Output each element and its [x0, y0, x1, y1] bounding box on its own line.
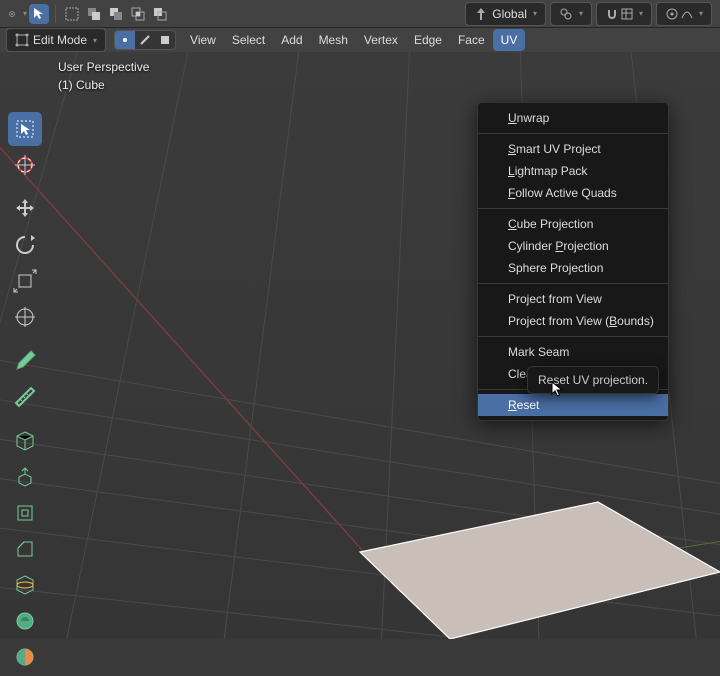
info-perspective: User Perspective	[58, 58, 149, 76]
3d-viewport[interactable]: User Perspective (1) Cube Unwrap Smart UV…	[0, 52, 720, 639]
uv-project-from-view-bounds-[interactable]: Project from View (Bounds)	[478, 310, 668, 332]
proportional-edit-dropdown[interactable]: ▾	[656, 2, 712, 26]
tool-cursor-3d[interactable]	[8, 148, 42, 182]
uv-mark-seam[interactable]: Mark Seam	[478, 341, 668, 363]
menu-select[interactable]: Select	[224, 29, 273, 51]
tool-scale[interactable]	[8, 264, 42, 298]
face-select-mode[interactable]	[155, 31, 175, 49]
tool-loop-cut[interactable]	[8, 568, 42, 602]
orientation-label: Global	[492, 7, 527, 21]
select-overlap2-icon[interactable]	[106, 4, 126, 24]
tool-annotate[interactable]	[8, 344, 42, 378]
mode-dropdown[interactable]: Edit Mode▾	[6, 28, 106, 52]
select-intersect-icon[interactable]	[128, 4, 148, 24]
select-mode-pill	[114, 30, 176, 50]
menu-view[interactable]: View	[182, 29, 224, 51]
pivot-dropdown[interactable]: ▾	[550, 2, 592, 26]
tool-transform[interactable]	[8, 300, 42, 334]
tool-move[interactable]	[8, 192, 42, 226]
menu-vertex[interactable]: Vertex	[356, 29, 406, 51]
uv-smart-uv-project[interactable]: Smart UV Project	[478, 138, 668, 160]
mode-label: Edit Mode	[33, 33, 87, 47]
uv-cube-projection[interactable]: Cube Projection	[478, 213, 668, 235]
tool-poly-build[interactable]	[8, 640, 42, 674]
menu-add[interactable]: Add	[273, 29, 310, 51]
menu-items-row: ViewSelectAddMeshVertexEdgeFaceUV	[182, 29, 525, 51]
vertex-select-mode[interactable]	[115, 31, 135, 49]
tool-inset-faces[interactable]	[8, 496, 42, 530]
uv-lightmap-pack[interactable]: Lightmap Pack	[478, 160, 668, 182]
object-type-vis-icon[interactable]: ▾	[7, 4, 27, 24]
tool-rotate[interactable]	[8, 228, 42, 262]
select-subtract-icon[interactable]	[150, 4, 170, 24]
tool-rail	[8, 112, 42, 676]
select-all-icon[interactable]	[62, 4, 82, 24]
tool-select-box[interactable]	[8, 112, 42, 146]
tool-extrude-region[interactable]	[8, 460, 42, 494]
snap-dropdown[interactable]: ▾	[596, 2, 652, 26]
tool-select-mode-icon[interactable]	[29, 4, 49, 24]
menu-edge[interactable]: Edge	[406, 29, 450, 51]
tool-add-cube[interactable]	[8, 424, 42, 458]
uv-project-from-view[interactable]: Project from View	[478, 288, 668, 310]
viewport-header-top: ▾ Global▾ ▾ ▾ ▾	[0, 0, 720, 28]
viewport-info: User Perspective (1) Cube	[58, 58, 149, 94]
uv-follow-active-quads[interactable]: Follow Active Quads	[478, 182, 668, 204]
tool-bevel[interactable]	[8, 532, 42, 566]
menu-uv[interactable]: UV	[493, 29, 526, 51]
viewport-header-menu: Edit Mode▾ ViewSelectAddMeshVertexEdgeFa…	[0, 28, 720, 53]
uv-cylinder-projection[interactable]: Cylinder Projection	[478, 235, 668, 257]
transform-orientation-dropdown[interactable]: Global▾	[465, 2, 546, 26]
uv-sphere-projection[interactable]: Sphere Projection	[478, 257, 668, 279]
tool-measure[interactable]	[8, 380, 42, 414]
uv-reset[interactable]: Reset	[478, 394, 668, 416]
tool-knife[interactable]	[8, 604, 42, 638]
uv-unwrap[interactable]: Unwrap	[478, 107, 668, 129]
edge-select-mode[interactable]	[135, 31, 155, 49]
info-object: (1) Cube	[58, 76, 149, 94]
menu-mesh[interactable]: Mesh	[311, 29, 356, 51]
select-overlap1-icon[interactable]	[84, 4, 104, 24]
menu-face[interactable]: Face	[450, 29, 493, 51]
tooltip: Reset UV projection.	[527, 366, 659, 394]
